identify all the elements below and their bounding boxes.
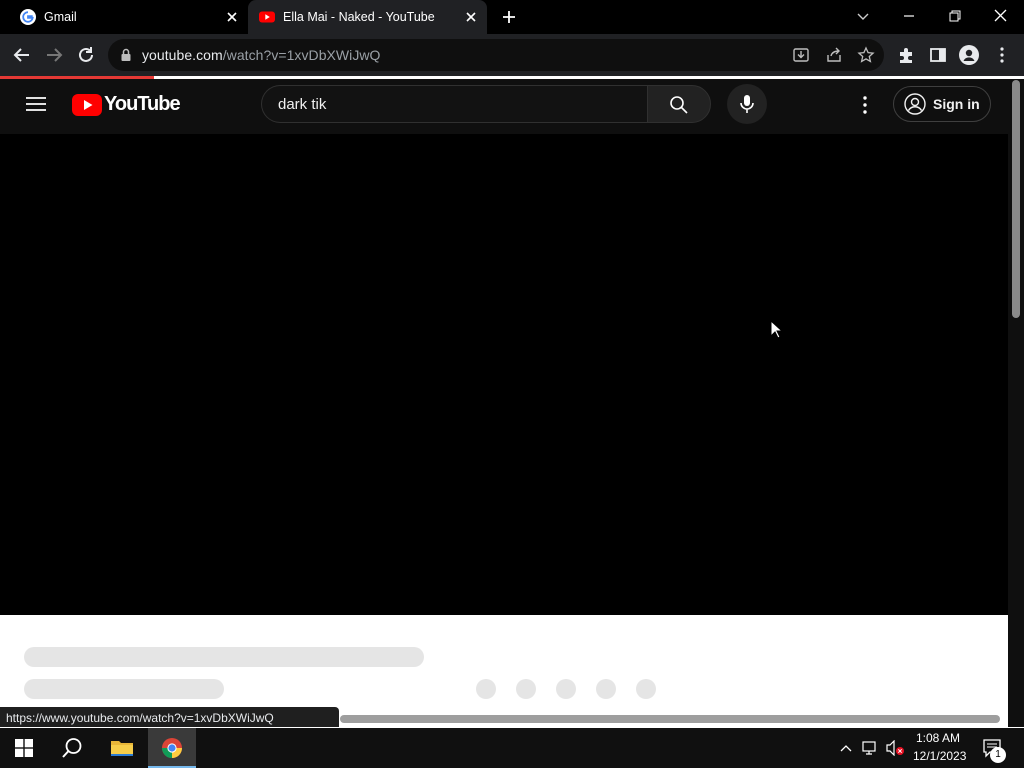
bookmark-star-icon[interactable] <box>857 46 875 64</box>
search-icon <box>669 95 689 115</box>
hamburger-menu-icon[interactable] <box>25 95 47 113</box>
youtube-icon <box>259 9 275 25</box>
mouse-cursor-icon <box>770 320 782 340</box>
tab-gmail[interactable]: Gmail <box>0 0 246 34</box>
network-icon[interactable] <box>862 740 880 756</box>
new-tab-icon[interactable] <box>501 9 517 25</box>
vertical-scroll-thumb[interactable] <box>1012 80 1020 318</box>
youtube-play-icon <box>72 93 102 116</box>
tab-search-chevron-icon[interactable] <box>856 9 870 23</box>
account-circle-icon <box>904 93 926 115</box>
close-tab-icon[interactable] <box>225 10 239 24</box>
minimize-icon[interactable] <box>902 9 916 23</box>
channel-skeleton <box>24 679 224 699</box>
volume-muted-icon[interactable] <box>886 740 906 756</box>
action-skeleton <box>516 679 536 699</box>
youtube-logo-text: YouTube <box>104 93 181 115</box>
windows-start-icon[interactable] <box>15 739 33 757</box>
url-host: youtube.com <box>142 47 223 63</box>
chrome-menu-icon[interactable] <box>994 46 1010 64</box>
tab-title: Gmail <box>44 10 77 24</box>
sign-in-label[interactable]: Sign in <box>933 96 980 112</box>
settings-more-icon[interactable] <box>857 95 873 115</box>
back-icon[interactable] <box>10 43 34 67</box>
status-url-text: https://www.youtube.com/watch?v=1xvDbXWi… <box>6 711 274 725</box>
video-player[interactable] <box>0 134 1008 615</box>
horizontal-scroll-thumb[interactable] <box>340 715 1000 723</box>
chrome-icon <box>161 737 183 759</box>
voice-search-button[interactable] <box>727 84 767 124</box>
taskbar-search-icon[interactable] <box>61 737 83 759</box>
action-skeleton <box>596 679 616 699</box>
chrome-taskbar-button[interactable] <box>148 728 196 768</box>
tab-youtube[interactable]: Ella Mai - Naked - YouTube <box>248 0 487 34</box>
microphone-icon <box>739 94 755 114</box>
lock-icon[interactable] <box>120 48 132 62</box>
search-button[interactable] <box>647 85 711 123</box>
notification-count-badge: 1 <box>990 747 1006 763</box>
close-tab-icon[interactable] <box>464 10 478 24</box>
show-hidden-icons-chevron-icon[interactable] <box>839 741 853 755</box>
taskbar-clock-date[interactable]: 12/1/2023 <box>913 749 966 763</box>
side-panel-icon[interactable] <box>929 46 947 64</box>
tab-title: Ella Mai - Naked - YouTube <box>283 10 435 24</box>
share-icon[interactable] <box>825 46 843 64</box>
action-skeleton <box>476 679 496 699</box>
title-skeleton <box>24 647 424 667</box>
reload-icon[interactable] <box>74 43 98 67</box>
url-text[interactable]: youtube.com/watch?v=1xvDbXWiJwQ <box>142 47 381 63</box>
url-path: /watch?v=1xvDbXWiJwQ <box>222 47 381 63</box>
file-explorer-icon[interactable] <box>110 738 134 758</box>
forward-icon[interactable] <box>42 43 66 67</box>
restore-icon[interactable] <box>948 9 962 23</box>
install-app-icon[interactable] <box>792 46 810 64</box>
taskbar-clock-time[interactable]: 1:08 AM <box>916 731 960 745</box>
action-skeleton <box>636 679 656 699</box>
close-window-icon[interactable] <box>993 8 1008 23</box>
google-g-icon <box>20 9 36 25</box>
extensions-icon[interactable] <box>897 46 915 64</box>
search-input[interactable]: dark tik <box>278 96 326 113</box>
action-skeleton <box>556 679 576 699</box>
profile-avatar-icon[interactable] <box>959 45 979 65</box>
youtube-logo[interactable]: YouTube <box>72 93 181 116</box>
